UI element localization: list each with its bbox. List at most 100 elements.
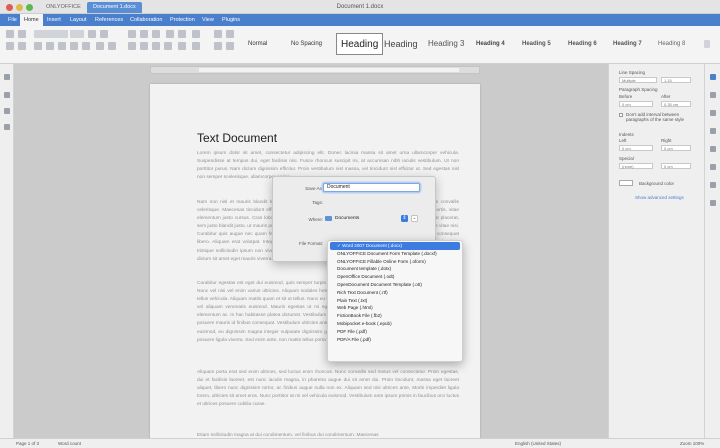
menu-insert[interactable]: Insert [43,14,65,26]
word-count[interactable]: Word count [58,439,81,448]
change-case-icon[interactable] [226,42,234,50]
indent-left-input[interactable]: 0 cm [619,145,653,151]
tags-input[interactable] [323,198,420,205]
chat-icon[interactable] [4,108,10,114]
table-settings-icon[interactable] [710,92,716,98]
menu-view[interactable]: View [198,14,218,26]
file-format-dropdown[interactable]: ✓ Word 2007 Document (.docx) ONLYOFFICE D… [327,240,463,362]
copy-icon[interactable] [6,30,14,38]
font-color-icon[interactable] [108,42,116,50]
styles-more-icon[interactable] [704,40,710,48]
file-format-option[interactable]: Plain Text (.txt) [328,297,462,305]
style-heading-6[interactable]: Heading 6 [564,33,601,55]
signature-icon[interactable] [710,200,716,206]
decrease-font-icon[interactable] [100,30,108,38]
redo-icon[interactable] [18,42,26,50]
menu-layout[interactable]: Layout [66,14,91,26]
style-heading-4[interactable]: Heading 4 [472,33,509,55]
file-format-option[interactable]: OpenOffice Document (.odt) [328,273,462,281]
special-indent-input[interactable]: 0 cm [661,163,691,169]
style-no-spacing[interactable]: No Spacing [287,33,326,55]
home-toolbar: Normal No Spacing Heading Heading Headin… [0,26,720,64]
increase-font-icon[interactable] [88,30,96,38]
style-normal[interactable]: Normal [244,33,271,55]
header-footer-icon[interactable] [710,128,716,134]
indents-label: Indents [619,132,634,137]
align-center-icon[interactable] [140,42,148,50]
zoom-level[interactable]: Zoom 100% [680,439,704,448]
file-format-option[interactable]: ONLYOFFICE Document Form Template (.docx… [328,250,462,258]
style-heading-3[interactable]: Heading 3 [424,33,468,55]
indent-right-input[interactable]: 0 cm [661,145,691,151]
after-label: After [661,94,671,99]
menu-protection[interactable]: Protection [166,14,199,26]
numbering-icon[interactable] [140,30,148,38]
expand-dialog-chevron-icon[interactable]: ⌄ [411,215,418,222]
shape-settings-icon[interactable] [710,146,716,152]
font-name-dropdown[interactable] [34,30,68,38]
file-format-option[interactable]: ✓ Word 2007 Document (.docx) [330,242,460,250]
search-icon[interactable] [4,74,10,80]
menu-references[interactable]: References [91,14,127,26]
advanced-settings-link[interactable]: Show advanced settings [635,195,684,200]
where-dropdown-arrow-icon[interactable]: ⇕ [401,215,408,222]
line-spacing-value[interactable]: 1.15 [661,77,691,83]
special-indent-dropdown[interactable]: (none) [619,163,653,169]
superscript-icon[interactable] [82,42,90,50]
highlight-icon[interactable] [96,42,104,50]
menu-file[interactable]: File [4,14,21,26]
language-selector[interactable]: English (United States) [515,439,561,448]
shading-icon[interactable] [192,42,200,50]
menu-home[interactable]: Home [20,14,43,26]
file-format-option[interactable]: Mobipocket e-book (.epub) [328,320,462,328]
style-heading-1[interactable]: Heading [336,33,384,55]
underline-icon[interactable] [58,42,66,50]
style-heading-2[interactable]: Heading [380,33,422,55]
where-dropdown[interactable]: Documents [335,215,359,222]
columns-icon[interactable] [214,30,222,38]
multilevel-icon[interactable] [152,30,160,38]
navigation-icon[interactable] [4,124,10,130]
image-settings-icon[interactable] [710,110,716,116]
file-format-option[interactable]: ONLYOFFICE Fillable Online Form (.oform) [328,258,462,266]
style-heading-5[interactable]: Heading 5 [518,33,555,55]
font-size-dropdown[interactable] [70,30,84,38]
line-spacing-type[interactable]: Multiple [619,77,657,83]
spacing-before-input[interactable]: 0 cm [619,101,653,107]
file-format-option[interactable]: PDF File (.pdf) [328,328,462,336]
page-indicator[interactable]: Page 1 of 3 [16,439,39,448]
align-left-icon[interactable] [128,42,136,50]
paragraph-marks-icon[interactable] [192,30,200,38]
file-format-option[interactable]: OpenDocument Document Template (.ott) [328,281,462,289]
clear-style-icon[interactable] [214,42,222,50]
italic-icon[interactable] [46,42,54,50]
background-color-swatch[interactable] [619,180,633,186]
strikethrough-icon[interactable] [70,42,78,50]
text-art-icon[interactable] [710,182,716,188]
line-spacing-icon[interactable] [178,42,186,50]
file-format-option[interactable]: Web Page (.html) [328,304,462,312]
decrease-indent-icon[interactable] [166,30,174,38]
paste-icon[interactable] [18,30,26,38]
increase-indent-icon[interactable] [178,30,186,38]
paragraph-settings-icon[interactable] [710,74,716,80]
chart-settings-icon[interactable] [710,164,716,170]
menu-plugins[interactable]: Plugins [218,14,244,26]
style-heading-8[interactable]: Heading 8 [654,33,689,55]
justify-icon[interactable] [164,42,172,50]
style-heading-7[interactable]: Heading 7 [609,33,646,55]
bold-icon[interactable] [34,42,42,50]
copy-style-icon[interactable] [226,30,234,38]
file-format-option[interactable]: Rich Text Document (.rtf) [328,289,462,297]
filename-input[interactable]: Document [323,183,420,192]
file-format-option[interactable]: PDF/A File (.pdf) [328,336,462,344]
file-format-option[interactable]: FictionBook File (.fb2) [328,312,462,320]
file-format-option[interactable]: Document template (.dotx) [328,265,462,273]
undo-icon[interactable] [6,42,14,50]
comments-icon[interactable] [4,92,10,98]
spacing-after-input[interactable]: 0.35 cm [661,101,691,107]
menu-collaboration[interactable]: Collaboration [126,14,166,26]
align-right-icon[interactable] [152,42,160,50]
no-interval-checkbox[interactable] [619,113,623,117]
bullets-icon[interactable] [128,30,136,38]
